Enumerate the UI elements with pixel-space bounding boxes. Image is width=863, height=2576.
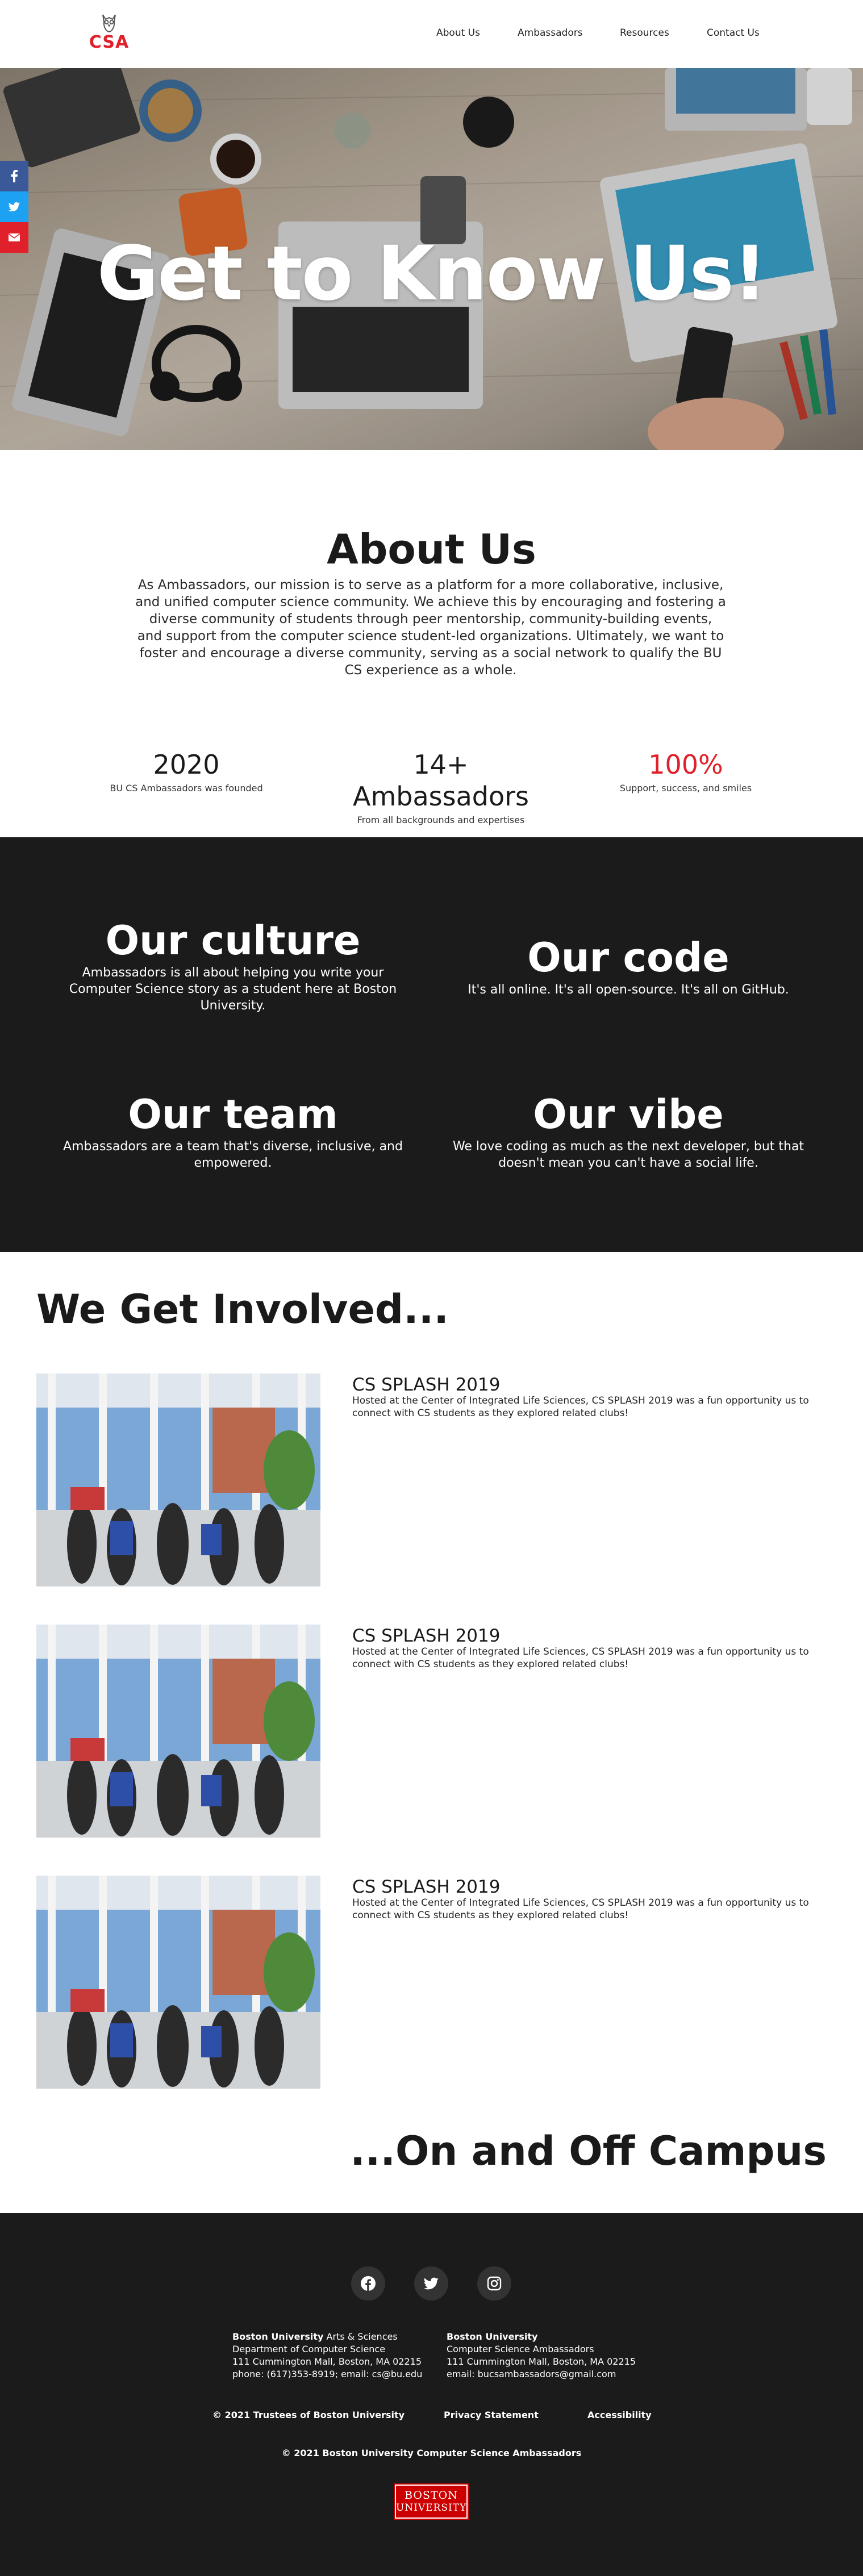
bu-logo-line1: BOSTON bbox=[405, 2489, 458, 2502]
stat-ambassadors: 14+ Ambassadors From all backgrounds and… bbox=[333, 749, 549, 825]
footer-org-name: Computer Science Ambassadors bbox=[447, 2344, 594, 2354]
footer-trustees-link[interactable]: © 2021 Trustees of Boston University bbox=[212, 2410, 405, 2420]
event-description: Hosted at the Center of Integrated Life … bbox=[352, 1395, 809, 1419]
stat-support: 100% Support, success, and smiles bbox=[578, 749, 794, 794]
stat-label: BU CS Ambassadors was founded bbox=[110, 783, 263, 794]
culture-block-team: Our team Ambassadors are a team that's d… bbox=[51, 1091, 415, 1171]
footer-accessibility-link[interactable]: Accessibility bbox=[587, 2410, 652, 2420]
twitter-icon bbox=[9, 202, 20, 211]
event-description: Hosted at the Center of Integrated Life … bbox=[352, 1897, 809, 1921]
share-email-button[interactable] bbox=[0, 222, 28, 253]
hero-banner: Get to Know Us! bbox=[0, 68, 863, 450]
culture-heading: Our code bbox=[527, 934, 729, 981]
event-photo bbox=[36, 1876, 320, 2089]
share-twitter-button[interactable] bbox=[0, 191, 28, 222]
footer: Boston University Arts & Sciences Depart… bbox=[0, 2213, 863, 2576]
culture-block-vibe: Our vibe We love coding as much as the n… bbox=[447, 1091, 810, 1171]
boston-university-logo[interactable]: BOSTON UNIVERSITY bbox=[394, 2483, 469, 2520]
stat-founded: 2020 BU CS Ambassadors was founded bbox=[78, 749, 294, 794]
footer-department-info: Boston University Arts & Sciences Depart… bbox=[232, 2331, 422, 2381]
about-text: As Ambassadors, our mission is to serve … bbox=[135, 578, 726, 678]
footer-ambassadors-info: Boston University Computer Science Ambas… bbox=[447, 2331, 636, 2381]
top-nav: CSA About Us Ambassadors Resources Conta… bbox=[0, 0, 863, 68]
footer-department: Department of Computer Science bbox=[232, 2344, 386, 2354]
event-title: CS SPLASH 2019 bbox=[352, 1877, 501, 1897]
footer-college-name: Arts & Sciences bbox=[323, 2331, 398, 2342]
footer-facebook-link[interactable] bbox=[351, 2266, 385, 2301]
stat-label: From all backgrounds and expertises bbox=[357, 815, 525, 825]
footer-contact: phone: (617)353-8919; email: cs@bu.edu bbox=[232, 2369, 423, 2379]
culture-block-code: Our code It's all online. It's all open-… bbox=[447, 934, 810, 998]
email-icon bbox=[9, 233, 20, 241]
event-description: Hosted at the Center of Integrated Life … bbox=[352, 1646, 809, 1670]
footer-address: 111 Cummington Mall, Boston, MA 02215 bbox=[232, 2356, 422, 2367]
nav-contact-us[interactable]: Contact Us bbox=[707, 27, 760, 39]
culture-section: Our culture Ambassadors is all about hel… bbox=[0, 837, 863, 1252]
csa-logo[interactable]: CSA bbox=[89, 12, 130, 56]
culture-heading: Our team bbox=[128, 1091, 338, 1138]
culture-text: We love coding as much as the next devel… bbox=[452, 1139, 804, 1170]
footer-copyright: © 2021 Boston University Computer Scienc… bbox=[281, 2448, 582, 2458]
culture-block-culture: Our culture Ambassadors is all about hel… bbox=[51, 917, 415, 1014]
stat-value: 2020 bbox=[153, 749, 220, 780]
footer-university-name: Boston University bbox=[447, 2331, 538, 2342]
event-title: CS SPLASH 2019 bbox=[352, 1626, 501, 1646]
culture-heading: Our culture bbox=[105, 917, 361, 964]
stat-label: Support, success, and smiles bbox=[619, 783, 752, 794]
stat-value: 14+ Ambassadors bbox=[352, 749, 529, 812]
footer-address: 111 Cummington Mall, Boston, MA 02215 bbox=[447, 2356, 636, 2367]
twitter-icon bbox=[424, 2277, 439, 2290]
event-photo bbox=[36, 1373, 320, 1586]
footer-email: email: bucsambassadors@gmail.com bbox=[447, 2369, 616, 2379]
bu-logo-line2: UNIVERSITY bbox=[396, 2502, 467, 2514]
footer-instagram-link[interactable] bbox=[477, 2266, 511, 2301]
event-photo bbox=[36, 1625, 320, 1838]
involved-title: We Get Involved... bbox=[36, 1286, 449, 1333]
instagram-icon bbox=[487, 2276, 502, 2291]
about-title: About Us bbox=[327, 525, 536, 573]
nav-ambassadors[interactable]: Ambassadors bbox=[518, 27, 583, 39]
footer-privacy-link[interactable]: Privacy Statement bbox=[444, 2410, 539, 2420]
on-off-campus-title: ...On and Off Campus bbox=[350, 2128, 827, 2174]
event-title: CS SPLASH 2019 bbox=[352, 1375, 501, 1395]
nav-resources[interactable]: Resources bbox=[620, 27, 669, 39]
facebook-icon bbox=[11, 170, 18, 182]
culture-text: It's all online. It's all open-source. I… bbox=[468, 983, 789, 997]
logo-text: CSA bbox=[89, 32, 130, 52]
culture-text: Ambassadors is all about helping you wri… bbox=[69, 966, 397, 1013]
footer-university-name: Boston University bbox=[232, 2331, 324, 2342]
hero-title: Get to Know Us! bbox=[97, 230, 767, 318]
nav-about-us[interactable]: About Us bbox=[436, 27, 480, 39]
owl-icon bbox=[102, 14, 116, 33]
facebook-icon bbox=[361, 2276, 376, 2291]
culture-heading: Our vibe bbox=[533, 1091, 724, 1138]
footer-twitter-link[interactable] bbox=[414, 2266, 448, 2301]
culture-text: Ambassadors are a team that's diverse, i… bbox=[63, 1139, 403, 1170]
share-facebook-button[interactable] bbox=[0, 161, 28, 191]
stat-value: 100% bbox=[648, 749, 723, 780]
